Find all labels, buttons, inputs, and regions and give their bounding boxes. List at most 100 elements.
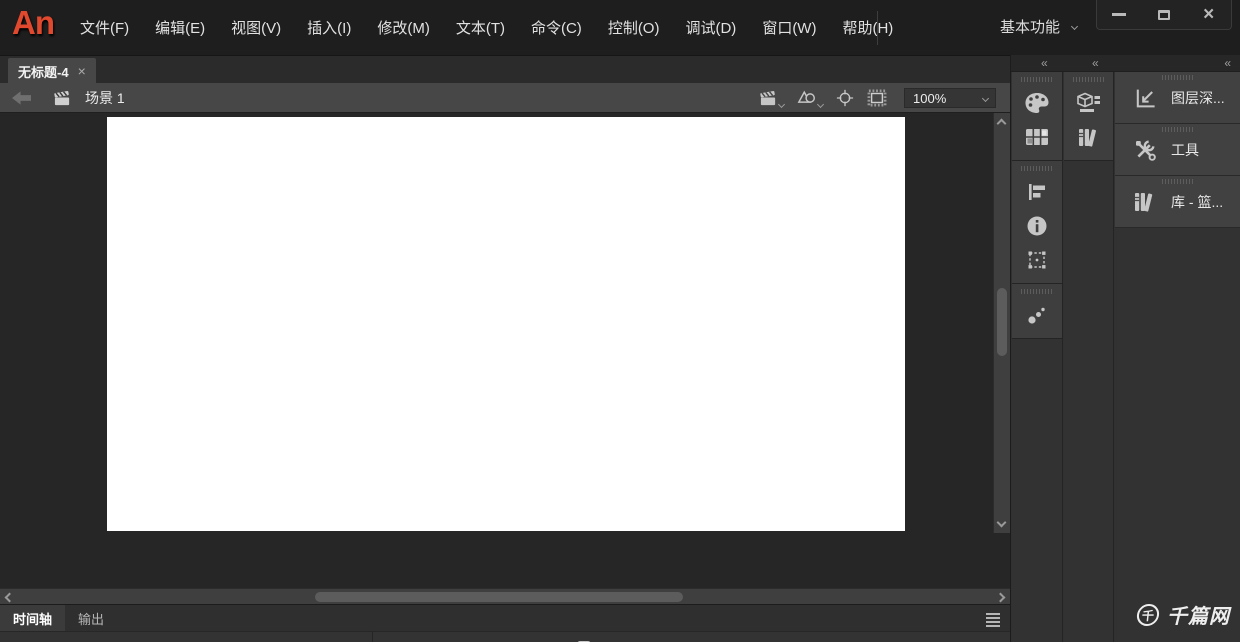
shrink-frame-size-button[interactable] bbox=[999, 632, 1008, 642]
reset-timeline-zoom-button[interactable] bbox=[947, 632, 966, 642]
document-area: 无标题-4 × 场景 1 bbox=[0, 55, 1010, 642]
presets-panel-button[interactable] bbox=[1015, 298, 1059, 332]
menu-item-modify[interactable]: 修改(M) bbox=[377, 17, 430, 38]
watermark-logo-icon: 千 bbox=[1136, 604, 1160, 626]
scroll-right-icon[interactable] bbox=[996, 593, 1006, 603]
step-back-one-frame-button[interactable]: ◀ bbox=[665, 632, 681, 642]
new-layer-button[interactable] bbox=[16, 632, 34, 642]
step-back-button[interactable]: ◀ bbox=[555, 632, 567, 642]
menu-item-command[interactable]: 命令(C) bbox=[531, 17, 582, 38]
dock-panel-column: 图层深... 工具 bbox=[1115, 72, 1240, 642]
current-frame-field[interactable]: 1 bbox=[377, 632, 384, 642]
info-panel-button[interactable] bbox=[1015, 209, 1059, 243]
panel-grip[interactable] bbox=[1162, 179, 1194, 184]
go-to-last-frame-button[interactable]: ▶ bbox=[733, 632, 749, 642]
clip-content-button[interactable] bbox=[867, 89, 887, 107]
back-button[interactable] bbox=[12, 91, 31, 105]
document-tab[interactable]: 无标题-4 × bbox=[8, 58, 96, 84]
menu-item-window[interactable]: 窗口(W) bbox=[762, 17, 816, 38]
panel-menu-icon[interactable] bbox=[986, 613, 1000, 627]
back-arrow-icon bbox=[12, 91, 31, 105]
go-to-first-frame-button[interactable]: ◀ bbox=[640, 632, 656, 642]
chevron-down-icon bbox=[1071, 23, 1078, 30]
collapse-panels-icon[interactable]: « bbox=[1224, 56, 1230, 70]
panel-group bbox=[1064, 72, 1113, 161]
layer-depth-button[interactable] bbox=[338, 632, 357, 642]
animate-window: An 文件(F) 编辑(E) 视图(V) 插入(I) 修改(M) 文本(T) 命… bbox=[0, 0, 1240, 642]
delete-button[interactable] bbox=[76, 632, 93, 642]
menu-item-debug[interactable]: 调试(D) bbox=[685, 17, 736, 38]
stage-canvas[interactable] bbox=[107, 117, 905, 531]
scroll-left-icon[interactable] bbox=[5, 593, 15, 603]
panel-grip[interactable] bbox=[1162, 75, 1194, 80]
library-panel-button[interactable] bbox=[1067, 120, 1111, 154]
panel-grip[interactable] bbox=[1162, 127, 1194, 132]
cube-icon bbox=[1076, 92, 1102, 114]
resize-timeline-view-button[interactable] bbox=[976, 632, 988, 642]
tab-close-icon[interactable]: × bbox=[78, 64, 86, 78]
horizontal-scrollbar-thumb[interactable] bbox=[315, 592, 683, 602]
add-camera-button[interactable] bbox=[269, 632, 290, 642]
maximize-button[interactable] bbox=[1147, 3, 1181, 27]
layer-depth-panel-button[interactable]: 图层深... bbox=[1115, 72, 1240, 124]
scroll-up-icon[interactable] bbox=[997, 119, 1007, 129]
menu-item-text[interactable]: 文本(T) bbox=[456, 17, 505, 38]
menu-item-help[interactable]: 帮助(H) bbox=[842, 17, 893, 38]
align-panel-button[interactable] bbox=[1015, 175, 1059, 209]
vertical-scrollbar-thumb[interactable] bbox=[997, 288, 1007, 356]
library-books-icon bbox=[1133, 190, 1157, 214]
close-button[interactable]: × bbox=[1192, 3, 1226, 27]
scroll-down-icon[interactable] bbox=[997, 518, 1007, 528]
layer-parenting-button[interactable] bbox=[305, 632, 324, 642]
new-folder-button[interactable] bbox=[45, 632, 65, 642]
chevron-down-icon bbox=[975, 96, 995, 101]
step-forward-button[interactable]: ▶ bbox=[601, 632, 613, 642]
playhead-indicator[interactable] bbox=[577, 632, 591, 642]
window-controls: × bbox=[1096, 0, 1232, 30]
panel-grip[interactable] bbox=[1021, 289, 1053, 294]
panel-grip[interactable] bbox=[1021, 166, 1053, 171]
edit-symbols-button[interactable] bbox=[797, 89, 823, 107]
timeline-column-divider[interactable] bbox=[372, 631, 373, 642]
tab-output[interactable]: 输出 bbox=[65, 605, 117, 631]
minimize-button[interactable] bbox=[1102, 3, 1136, 27]
menu-item-edit[interactable]: 编辑(E) bbox=[155, 17, 205, 38]
center-stage-button[interactable] bbox=[836, 89, 854, 107]
step-forward-one-frame-button[interactable]: ▶ bbox=[709, 632, 725, 642]
edit-multiple-frames-button[interactable] bbox=[881, 632, 897, 642]
horizontal-scrollbar[interactable] bbox=[0, 588, 1010, 604]
tools-panel-button[interactable]: 工具 bbox=[1115, 124, 1240, 176]
modify-markers-button[interactable] bbox=[902, 632, 922, 642]
workspace-switcher[interactable]: 基本功能 bbox=[1000, 16, 1077, 37]
tab-timeline[interactable]: 时间轴 bbox=[0, 605, 65, 631]
panel-grip[interactable] bbox=[1073, 77, 1105, 82]
collapse-panels-icon[interactable]: « bbox=[1092, 56, 1098, 70]
onion-skin-button[interactable] bbox=[833, 632, 852, 642]
menu-item-insert[interactable]: 插入(I) bbox=[307, 17, 351, 38]
play-button[interactable]: ▶ bbox=[688, 632, 700, 642]
menu-item-control[interactable]: 控制(O) bbox=[608, 17, 660, 38]
scene-breadcrumb[interactable]: 场景 1 bbox=[85, 88, 125, 108]
edit-scene-button[interactable] bbox=[759, 89, 784, 107]
vertical-scrollbar[interactable] bbox=[993, 113, 1010, 533]
menu-item-view[interactable]: 视图(V) bbox=[231, 17, 281, 38]
transform-panel-button[interactable] bbox=[1015, 243, 1059, 277]
stage-zoom-select[interactable]: 100% bbox=[904, 88, 996, 108]
components-panel-button[interactable] bbox=[1067, 86, 1111, 120]
color-panel-button[interactable] bbox=[1015, 86, 1059, 120]
elapsed-time-field[interactable]: 0.0s bbox=[418, 632, 446, 642]
edit-scene-clapperboard-icon bbox=[759, 89, 778, 107]
swatches-panel-button[interactable] bbox=[1015, 120, 1059, 154]
menu-item-file[interactable]: 文件(F) bbox=[80, 17, 129, 38]
tools-icon bbox=[1133, 138, 1157, 162]
collapse-panels-icon[interactable]: « bbox=[1041, 56, 1047, 70]
panel-grip[interactable] bbox=[1021, 77, 1053, 82]
swatches-icon bbox=[1025, 128, 1049, 146]
stage-zoom-value: 100% bbox=[905, 91, 975, 106]
frame-rate-field[interactable]: 24.00fps bbox=[474, 632, 527, 642]
library-panel-button-labeled[interactable]: 库 - 篮... bbox=[1115, 176, 1240, 228]
center-playhead-button[interactable] bbox=[772, 632, 789, 642]
loop-playback-button[interactable] bbox=[795, 632, 815, 642]
onion-skin-outlines-button[interactable] bbox=[857, 632, 876, 642]
panel-label: 工具 bbox=[1171, 140, 1199, 160]
